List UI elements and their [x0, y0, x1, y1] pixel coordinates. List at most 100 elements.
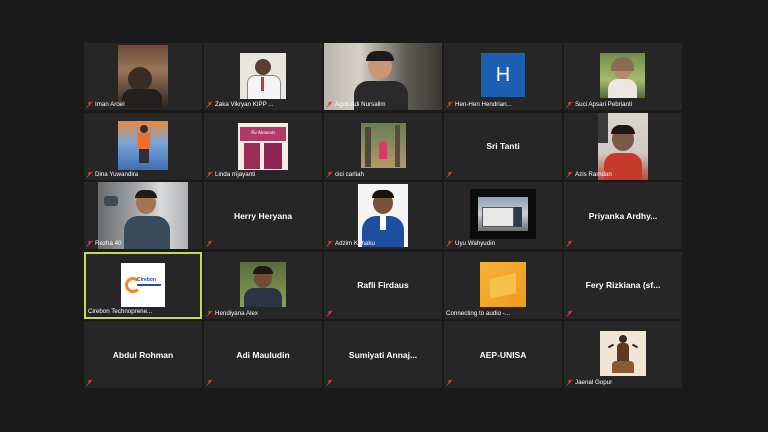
- muted-mic-icon: [566, 170, 573, 178]
- participant-name: Jaenal Gopur: [575, 379, 613, 386]
- participant-tile[interactable]: Hendiyana Alex: [204, 251, 322, 319]
- product-brand-text: Nu Almonds: [250, 131, 276, 136]
- muted-mic-icon: [326, 379, 333, 386]
- name-label: Zaka Vikryan KIPP ...: [206, 101, 274, 108]
- name-label: [446, 170, 453, 178]
- participant-display-name: Priyanka Ardhy...: [588, 210, 658, 221]
- video-feed: [598, 112, 648, 180]
- muted-mic-icon: [206, 379, 213, 386]
- profile-avatar: H: [481, 53, 525, 97]
- participant-tile[interactable]: cici carliah: [324, 112, 442, 180]
- name-label: Hendiyana Alex: [206, 310, 258, 317]
- name-label: Hen-Hen Hendrian...: [446, 101, 512, 108]
- name-label: [326, 309, 333, 317]
- video-feed: [118, 45, 168, 108]
- participant-name: Rezha 40: [95, 240, 122, 247]
- participant-tile[interactable]: Nu Almonds Linda rrijayanti: [204, 112, 322, 180]
- name-label: Iman Aroel: [86, 101, 125, 108]
- muted-mic-icon: [446, 379, 453, 386]
- name-label: Linda rrijayanti: [206, 171, 255, 178]
- name-label: Cirebon Technoprene...: [88, 308, 152, 315]
- participant-tile[interactable]: Priyanka Ardhy...: [564, 182, 682, 249]
- participant-name: Iman Aroel: [95, 101, 125, 108]
- participant-display-name: Abdul Rohman: [112, 349, 174, 360]
- participant-tile[interactable]: Rafli Firdaus: [324, 251, 442, 319]
- name-label: Agus Adi Nursalim: [326, 101, 386, 108]
- participant-tile[interactable]: Agus Adi Nursalim: [324, 43, 442, 110]
- participant-tile[interactable]: Azis Ramdan: [564, 112, 682, 180]
- participant-tile[interactable]: Sumiyati Annaj...: [324, 321, 442, 388]
- name-label: Suci Apsari Pebrianti: [566, 101, 632, 108]
- gallery-grid: Iman Aroel Zaka Vikryan KIPP ... Agus Ad…: [84, 43, 684, 388]
- profile-photo: Nu Almonds: [238, 122, 288, 170]
- muted-mic-icon: [446, 170, 453, 178]
- participant-display-name: Herry Heryana: [233, 210, 293, 221]
- muted-mic-icon: [326, 240, 333, 247]
- name-label: Dina Yuwandira: [86, 171, 138, 178]
- name-label: cici carliah: [326, 171, 364, 178]
- muted-mic-icon: [326, 101, 333, 108]
- participant-display-name: Sumiyati Annaj...: [348, 349, 418, 360]
- muted-mic-icon: [446, 101, 453, 108]
- muted-mic-icon: [566, 379, 573, 386]
- participant-name: Uyu Wahyudin: [455, 240, 496, 247]
- participant-name: Connecting to audio -...: [446, 309, 510, 317]
- participant-tile[interactable]: Fery Rizkiana (sf...: [564, 251, 682, 319]
- muted-mic-icon: [86, 170, 93, 178]
- name-label: [566, 240, 573, 247]
- logo-text: Cirebon: [137, 276, 156, 283]
- muted-mic-icon: [206, 240, 213, 247]
- name-label: [566, 309, 573, 317]
- muted-mic-icon: [566, 101, 573, 108]
- participant-tile-active-speaker[interactable]: Cirebon Cirebon Technoprene...: [84, 251, 202, 319]
- participant-name: Hen-Hen Hendrian...: [455, 101, 512, 108]
- participant-name: Adzim Kuhaku: [335, 240, 375, 247]
- muted-mic-icon: [446, 240, 453, 247]
- name-label: Connecting to audio -...: [446, 310, 510, 317]
- muted-mic-icon: [206, 101, 213, 108]
- name-label: [86, 379, 93, 386]
- profile-photo: [118, 120, 168, 170]
- participant-tile[interactable]: Adzim Kuhaku: [324, 182, 442, 249]
- participant-display-name: AEP-UNISA: [479, 349, 527, 360]
- name-label: [206, 379, 213, 386]
- participant-name: Cirebon Technoprene...: [88, 307, 153, 315]
- participant-tile[interactable]: Connecting to audio -...: [444, 251, 562, 319]
- participant-name: Suci Apsari Pebrianti: [575, 101, 633, 108]
- participant-tile[interactable]: Dina Yuwandira: [84, 112, 202, 180]
- participant-tile[interactable]: H Hen-Hen Hendrian...: [444, 43, 562, 110]
- profile-photo: [470, 189, 536, 239]
- muted-mic-icon: [326, 309, 333, 317]
- profile-photo: [358, 184, 408, 247]
- participant-tile[interactable]: Zaka Vikryan KIPP ...: [204, 43, 322, 110]
- name-label: [206, 240, 213, 247]
- participant-name: Linda rrijayanti: [215, 170, 256, 178]
- participant-name: cici carliah: [335, 170, 364, 178]
- participant-tile[interactable]: Sri Tanti: [444, 112, 562, 180]
- muted-mic-icon: [566, 240, 573, 247]
- muted-mic-icon: [566, 309, 573, 317]
- participant-tile[interactable]: Suci Apsari Pebrianti: [564, 43, 682, 110]
- name-label: [446, 379, 453, 386]
- name-label: Rezha 40: [86, 240, 122, 247]
- participant-display-name: Rafli Firdaus: [357, 280, 409, 290]
- participant-tile[interactable]: Adi Mauludin: [204, 321, 322, 388]
- name-label: [326, 379, 333, 386]
- muted-mic-icon: [206, 170, 213, 178]
- profile-photo: [240, 261, 286, 307]
- participant-display-name: Sri Tanti: [486, 141, 520, 151]
- muted-mic-icon: [206, 309, 213, 317]
- muted-mic-icon: [86, 379, 93, 386]
- participant-tile[interactable]: AEP-UNISA: [444, 321, 562, 388]
- profile-photo: [361, 122, 406, 168]
- name-label: Jaenal Gopur: [566, 379, 612, 386]
- avatar-letter: H: [495, 63, 511, 86]
- participant-tile[interactable]: Rezha 40: [84, 182, 202, 249]
- participant-tile[interactable]: Herry Heryana: [204, 182, 322, 249]
- video-feed: [240, 53, 286, 99]
- participant-tile[interactable]: Abdul Rohman: [84, 321, 202, 388]
- muted-mic-icon: [326, 170, 333, 178]
- participant-tile[interactable]: Uyu Wahyudin: [444, 182, 562, 249]
- participant-tile[interactable]: Jaenal Gopur: [564, 321, 682, 388]
- participant-tile[interactable]: Iman Aroel: [84, 43, 202, 110]
